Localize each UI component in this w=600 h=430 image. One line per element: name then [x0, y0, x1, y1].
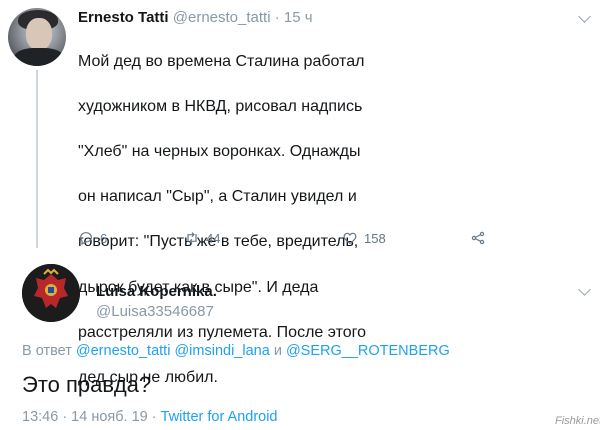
chevron-down-icon[interactable] — [578, 283, 591, 296]
reply-author-name[interactable]: Luisa Kopernika. — [96, 283, 217, 300]
replying-to-label: В ответ — [22, 343, 72, 359]
like-button[interactable]: 158 — [342, 230, 386, 246]
avatar-body — [14, 48, 64, 66]
like-count: 158 — [364, 230, 386, 246]
reply-icon — [80, 232, 92, 246]
tweet-text-line: художником в НКВД, рисовал надпись — [78, 97, 363, 115]
author-name[interactable]: Ernesto Tatti — [78, 9, 169, 26]
reply-button[interactable]: 6 — [78, 230, 107, 246]
mention-link[interactable]: @ernesto_tatti — [76, 343, 171, 359]
reply-text: Это правда? — [22, 372, 152, 397]
reply-meta: 13:46 · 14 нояб. 19 · Twitter for Androi… — [22, 409, 278, 425]
retweet-icon — [187, 232, 197, 244]
separator-dot: · — [274, 9, 280, 26]
reply-count: 6 — [100, 230, 108, 246]
tweet-text-line: "Хлеб" на черных воронках. Однажды — [78, 142, 361, 160]
tweet-text-line: расстреляли из пулемета. После этого — [78, 323, 366, 341]
mention-link[interactable]: @imsindi_lana — [174, 343, 269, 359]
chevron-down-icon[interactable] — [578, 10, 591, 23]
reply-source-link[interactable]: Twitter for Android — [161, 409, 278, 425]
watermark: Fishki.net — [555, 415, 600, 427]
mention-joiner: и — [273, 343, 282, 359]
reply-timestamp[interactable]: 13:46 · 14 нояб. 19 · — [22, 409, 157, 425]
tweet-actions: 6 44 158 — [78, 230, 518, 250]
avatar-ernesto[interactable] — [8, 8, 66, 66]
tweet-time[interactable]: 15 ч — [284, 9, 313, 26]
replying-to: В ответ @ernesto_tatti @imsindi_lana и @… — [22, 343, 450, 359]
tweet-header: Ernesto Tatti @ernesto_tatti · 15 ч — [78, 9, 313, 26]
thread-connector-line — [36, 70, 38, 248]
tweet-text-line: он написал "Сыр", а Сталин увидел и — [78, 188, 357, 206]
share-icon — [471, 231, 485, 245]
retweet-count: 44 — [206, 230, 221, 246]
mention-link[interactable]: @SERG__ROTENBERG — [286, 343, 450, 359]
tweet-text-line: Мой дед во времена Сталина работал — [78, 52, 365, 70]
retweet-button[interactable]: 44 — [184, 230, 220, 246]
share-button[interactable] — [470, 230, 492, 246]
coat-of-arms-icon — [22, 264, 80, 322]
author-handle[interactable]: @ernesto_tatti — [173, 9, 271, 26]
tweet-original: Ernesto Tatti @ernesto_tatti · 15 ч Мой … — [0, 0, 600, 386]
reply-author-handle[interactable]: @Luisa33546687 — [96, 303, 214, 320]
avatar-face — [26, 18, 52, 50]
like-icon — [343, 232, 357, 245]
avatar-luisa[interactable] — [22, 264, 80, 322]
